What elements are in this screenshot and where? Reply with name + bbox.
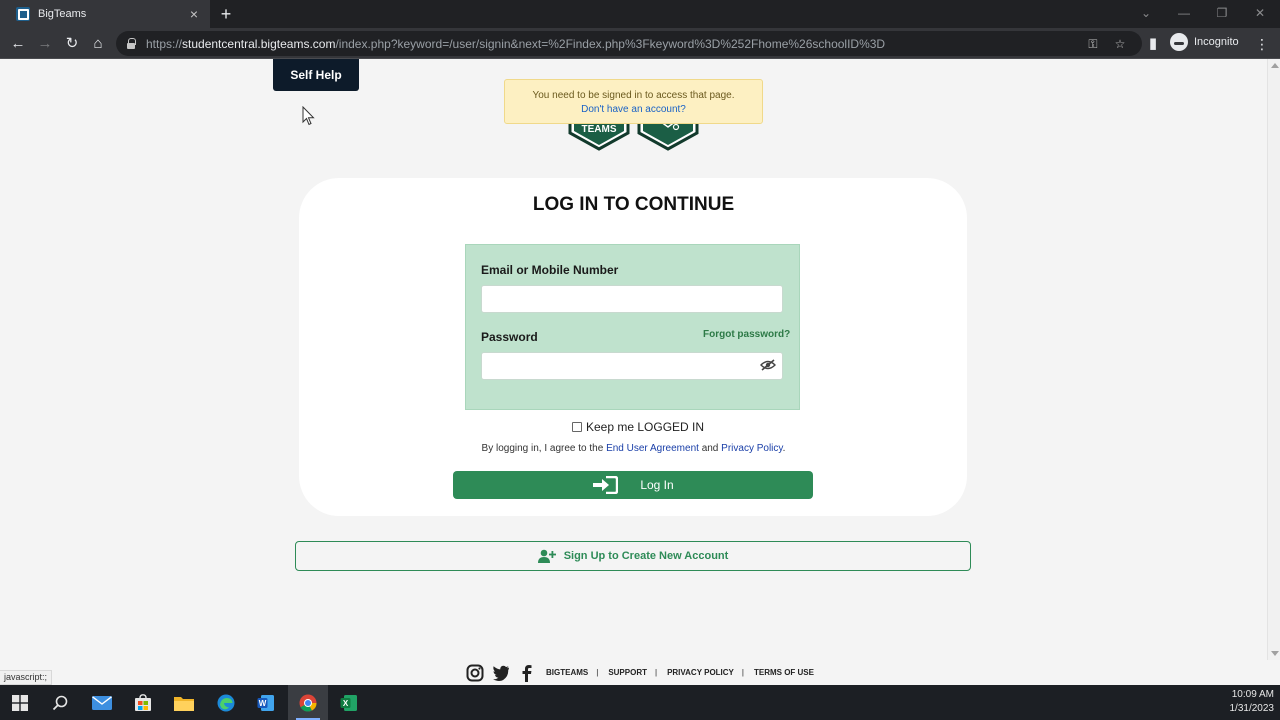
forgot-password-link[interactable]: Forgot password? <box>703 329 790 340</box>
signup-button-label: Sign Up to Create New Account <box>563 550 729 562</box>
scroll-down-icon[interactable] <box>1271 651 1279 656</box>
mouse-cursor-icon <box>302 106 315 126</box>
alert-message: You need to be signed in to access that … <box>532 90 735 101</box>
minimize-button[interactable]: — <box>1169 4 1199 22</box>
lock-icon[interactable] <box>126 37 136 50</box>
password-label: Password <box>481 330 538 344</box>
address-bar[interactable]: https://studentcentral.bigteams.com/inde… <box>116 31 1142 56</box>
mail-icon <box>92 695 112 710</box>
svg-text:X: X <box>343 699 349 708</box>
login-button[interactable]: Log In <box>453 471 813 499</box>
status-bar-url: javascript:; <box>0 670 53 685</box>
windows-logo-icon <box>12 694 28 711</box>
footer-support-link[interactable]: SUPPORT <box>608 668 647 677</box>
clock-time: 10:09 AM <box>1231 689 1274 700</box>
agreement-text: By logging in, I agree to the End User A… <box>481 443 786 454</box>
email-input[interactable] <box>481 285 783 313</box>
close-window-button[interactable]: ✕ <box>1245 4 1275 22</box>
restore-button[interactable]: ❐ <box>1207 4 1237 22</box>
no-account-link[interactable]: Don't have an account? <box>581 104 686 115</box>
scroll-up-icon[interactable] <box>1271 63 1279 68</box>
sign-in-required-alert: You need to be signed in to access that … <box>504 79 763 124</box>
footer-privacy-policy-link[interactable]: PRIVACY POLICY <box>667 668 734 677</box>
toggle-password-visibility-icon[interactable] <box>760 359 776 371</box>
incognito-indicator[interactable]: Incognito <box>1170 33 1239 51</box>
bigteams-favicon-icon <box>16 7 30 21</box>
privacy-policy-link[interactable]: Privacy Policy <box>721 443 783 454</box>
windows-taskbar: W X 10:09 AM 1/31/2023 <box>0 685 1280 720</box>
taskbar-mail[interactable] <box>82 685 122 720</box>
tab-search-icon[interactable]: ⌄ <box>1131 4 1161 22</box>
tab-close-button[interactable]: × <box>186 6 202 22</box>
sidepanel-icon[interactable]: ▮ <box>1142 33 1164 55</box>
browser-tab[interactable]: BigTeams × <box>0 0 210 28</box>
page-viewport: Self Help TEAMS You need to be signed in… <box>0 59 1267 660</box>
taskbar-store[interactable] <box>123 685 163 720</box>
word-icon: W <box>257 694 274 711</box>
incognito-label: Incognito <box>1194 36 1239 48</box>
taskbar-word[interactable]: W <box>246 685 286 720</box>
instagram-icon[interactable] <box>466 664 484 682</box>
forward-icon[interactable]: → <box>34 33 56 55</box>
email-label: Email or Mobile Number <box>481 263 619 277</box>
reload-icon[interactable]: ↻ <box>61 33 83 55</box>
browser-tab-bar: BigTeams × + ⌄ — ❐ ✕ <box>0 0 1280 28</box>
tab-title: BigTeams <box>38 8 87 20</box>
taskbar-chrome[interactable] <box>288 685 328 720</box>
taskbar-search-button[interactable] <box>40 685 80 720</box>
page-title: LOG IN TO CONTINUE <box>532 194 735 215</box>
incognito-icon <box>1170 33 1188 51</box>
footer-bigteams-link[interactable]: BIGTEAMS <box>546 668 588 677</box>
excel-icon: X <box>340 694 357 711</box>
svg-text:TEAMS: TEAMS <box>582 124 617 135</box>
taskbar-file-explorer[interactable] <box>164 685 204 720</box>
back-icon[interactable]: ← <box>7 33 29 55</box>
search-icon <box>52 695 68 710</box>
star-icon[interactable]: ☆ <box>1111 35 1129 53</box>
browser-toolbar: ← → ↻ ⌂ https://studentcentral.bigteams.… <box>0 28 1280 59</box>
svg-text:W: W <box>259 699 267 708</box>
password-input[interactable] <box>481 352 783 380</box>
menu-icon[interactable]: ⋮ <box>1254 33 1270 55</box>
twitter-icon[interactable] <box>492 664 510 682</box>
facebook-icon[interactable] <box>518 664 536 682</box>
home-icon[interactable]: ⌂ <box>87 33 109 55</box>
footer-terms-of-use-link[interactable]: TERMS OF USE <box>754 668 814 677</box>
edge-icon <box>217 694 235 711</box>
login-button-label: Log In <box>640 478 674 492</box>
new-tab-button[interactable]: + <box>216 4 236 24</box>
key-icon[interactable]: ⚿ <box>1084 35 1102 53</box>
keep-logged-in[interactable]: Keep me LOGGED IN <box>572 420 704 434</box>
signup-button[interactable]: Sign Up to Create New Account <box>295 541 971 571</box>
add-user-icon <box>537 549 556 563</box>
self-help-button[interactable]: Self Help <box>273 59 359 91</box>
keep-logged-in-label: Keep me LOGGED IN <box>586 420 705 434</box>
system-clock[interactable]: 10:09 AM 1/31/2023 <box>1218 688 1275 716</box>
chrome-icon <box>299 694 317 712</box>
taskbar-excel[interactable]: X <box>329 685 369 720</box>
folder-icon <box>174 696 194 711</box>
page-scrollbar[interactable] <box>1267 59 1280 660</box>
taskbar-edge[interactable] <box>206 685 246 720</box>
sign-in-icon <box>593 476 619 494</box>
keep-logged-in-checkbox[interactable] <box>572 422 582 432</box>
windows-start-button[interactable] <box>0 685 40 720</box>
page-footer: BIGTEAMS | SUPPORT | PRIVACY POLICY | TE… <box>0 660 1280 685</box>
clock-date: 1/31/2023 <box>1229 703 1275 714</box>
store-icon <box>135 693 151 711</box>
url-text: https://studentcentral.bigteams.com/inde… <box>146 36 886 51</box>
end-user-agreement-link[interactable]: End User Agreement <box>606 443 699 454</box>
